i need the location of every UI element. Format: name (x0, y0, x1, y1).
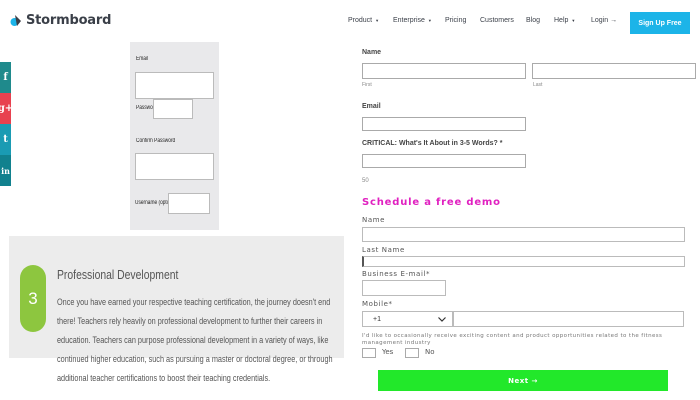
critical-label: CRITICAL: What's It About in 3-5 Words? … (362, 140, 503, 147)
username-field (168, 193, 210, 214)
consent-no-label: No (425, 348, 435, 356)
nav-help[interactable]: Help ▼ (554, 17, 575, 24)
email-label: Email (362, 103, 381, 110)
demo-last-name-input[interactable] (362, 256, 685, 267)
consent-no-checkbox[interactable] (405, 348, 419, 358)
last-name-input[interactable] (532, 63, 696, 79)
first-name-input[interactable] (362, 63, 526, 79)
password-field (153, 99, 193, 119)
business-email-label: Business E-mail* (362, 270, 431, 278)
next-button[interactable]: Next → (378, 370, 668, 391)
google-plus-icon[interactable]: g+ (0, 93, 13, 124)
chevron-down-icon: ▼ (427, 17, 432, 23)
site-header: Stormboard Product ▼ Enterprise ▼ Pricing … (0, 0, 700, 44)
twitter-icon[interactable]: t (0, 124, 11, 155)
step-title: Professional Development (57, 267, 179, 282)
linkedin-icon[interactable]: in (0, 155, 11, 186)
email-input[interactable] (362, 117, 526, 131)
step-description: Once you have earned your respective tea… (57, 297, 333, 383)
mobile-input[interactable] (453, 311, 684, 327)
name-label: Name (362, 49, 382, 56)
nav-login[interactable]: Login → (591, 17, 617, 24)
consent-yes-label: Yes (382, 348, 394, 356)
chevron-down-icon (438, 316, 446, 322)
main-nav: Product ▼ Enterprise ▼ Pricing Customers B… (0, 17, 700, 29)
demo-last-name-label: Last Name (362, 246, 405, 254)
first-label: First (362, 82, 372, 88)
consent-yes-checkbox[interactable] (362, 348, 376, 358)
signup-form-illustration: Email Password Confirm Password Username… (130, 42, 219, 230)
nav-product[interactable]: Product ▼ (348, 17, 379, 24)
country-code-select[interactable]: +1 (362, 311, 453, 327)
sign-up-button[interactable]: Sign Up Free (630, 12, 690, 34)
nav-blog[interactable]: Blog (526, 17, 540, 24)
email-label: Email (136, 56, 149, 62)
confirm-password-field (135, 153, 214, 180)
business-email-input[interactable] (362, 280, 446, 296)
nav-pricing[interactable]: Pricing (445, 17, 466, 24)
confirm-password-label: Confirm Password (136, 138, 176, 144)
demo-name-label: Name (362, 216, 386, 224)
schedule-demo-title: Schedule a free demo (362, 197, 501, 208)
char-count: 50 (362, 178, 369, 184)
consent-text: I'd like to occasionally receive excitin… (362, 333, 663, 346)
mobile-label: Mobile* (362, 300, 393, 308)
chevron-down-icon: ▼ (375, 17, 380, 23)
demo-name-input[interactable] (362, 227, 685, 242)
critical-input[interactable] (362, 154, 526, 168)
email-field (135, 72, 214, 99)
nav-customers[interactable]: Customers (480, 17, 514, 24)
step-number-badge: 3 (20, 265, 46, 332)
nav-enterprise[interactable]: Enterprise ▼ (393, 17, 432, 24)
facebook-icon[interactable]: f (0, 62, 11, 93)
last-label: Last (533, 82, 543, 88)
country-code-value: +1 (373, 315, 381, 323)
chevron-down-icon: ▼ (571, 17, 576, 23)
